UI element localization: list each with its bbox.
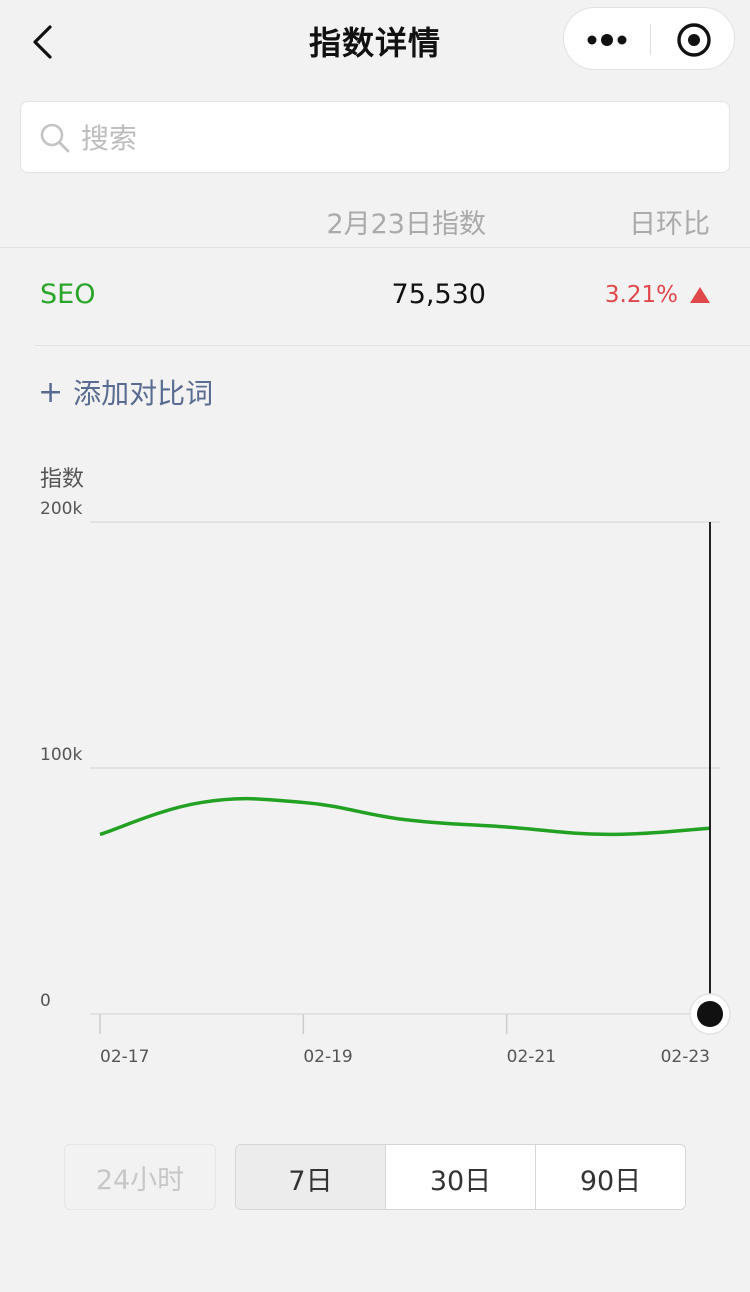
plus-icon: +: [38, 374, 64, 410]
y-tick-label: 100k: [40, 745, 82, 765]
search-input[interactable]: [81, 112, 711, 164]
cursor-dot: [697, 1001, 723, 1027]
search-bar: [20, 101, 730, 173]
nav-bar: 指数详情: [0, 0, 750, 80]
target-close-icon: [676, 22, 711, 57]
range-24h-button: 24小时: [64, 1144, 216, 1210]
index-detail-page: 指数详情 2月23日指: [0, 0, 750, 1292]
more-button[interactable]: [564, 8, 650, 71]
x-tick-label: 02-17: [100, 1047, 149, 1067]
column-header-index: 2月23日指数: [326, 209, 486, 240]
mini-program-capsule: [563, 7, 735, 70]
range-7d-button[interactable]: 7日: [236, 1145, 386, 1209]
x-tick-label: 02-21: [507, 1047, 556, 1067]
range-90d-button[interactable]: 90日: [536, 1145, 685, 1209]
change-percent: 3.21%: [604, 282, 678, 308]
search-icon: [40, 123, 70, 153]
chart-y-axis-label: 指数: [40, 467, 85, 492]
x-tick-label: 02-23: [661, 1047, 710, 1067]
add-compare-label: 添加对比词: [73, 377, 214, 410]
x-tick-label: 02-19: [303, 1047, 352, 1067]
more-dots-icon: [587, 33, 627, 46]
triangle-up-icon: [690, 287, 710, 303]
index-value: 75,530: [391, 279, 486, 310]
trend-line-chart[interactable]: 200k 100k 0 02-17 02-19 02-21 02-23: [0, 490, 750, 1080]
range-selector: 24小时 7日 30日 90日: [64, 1144, 686, 1210]
close-button[interactable]: [651, 8, 736, 71]
y-tick-label: 0: [40, 991, 51, 1011]
column-header-change: 日环比: [629, 209, 710, 240]
change-value: 3.21%: [605, 282, 710, 308]
y-tick-label: 200k: [40, 499, 82, 519]
add-compare-button[interactable]: + 添加对比词: [38, 372, 213, 412]
keyword-label: SEO: [40, 279, 96, 310]
table-row[interactable]: SEO 75,530 3.21%: [35, 248, 750, 346]
series-line: [99, 796, 711, 837]
range-button-group: 7日 30日 90日: [235, 1144, 686, 1210]
table-header: 2月23日指数 日环比: [0, 190, 750, 248]
range-30d-button[interactable]: 30日: [386, 1145, 536, 1209]
